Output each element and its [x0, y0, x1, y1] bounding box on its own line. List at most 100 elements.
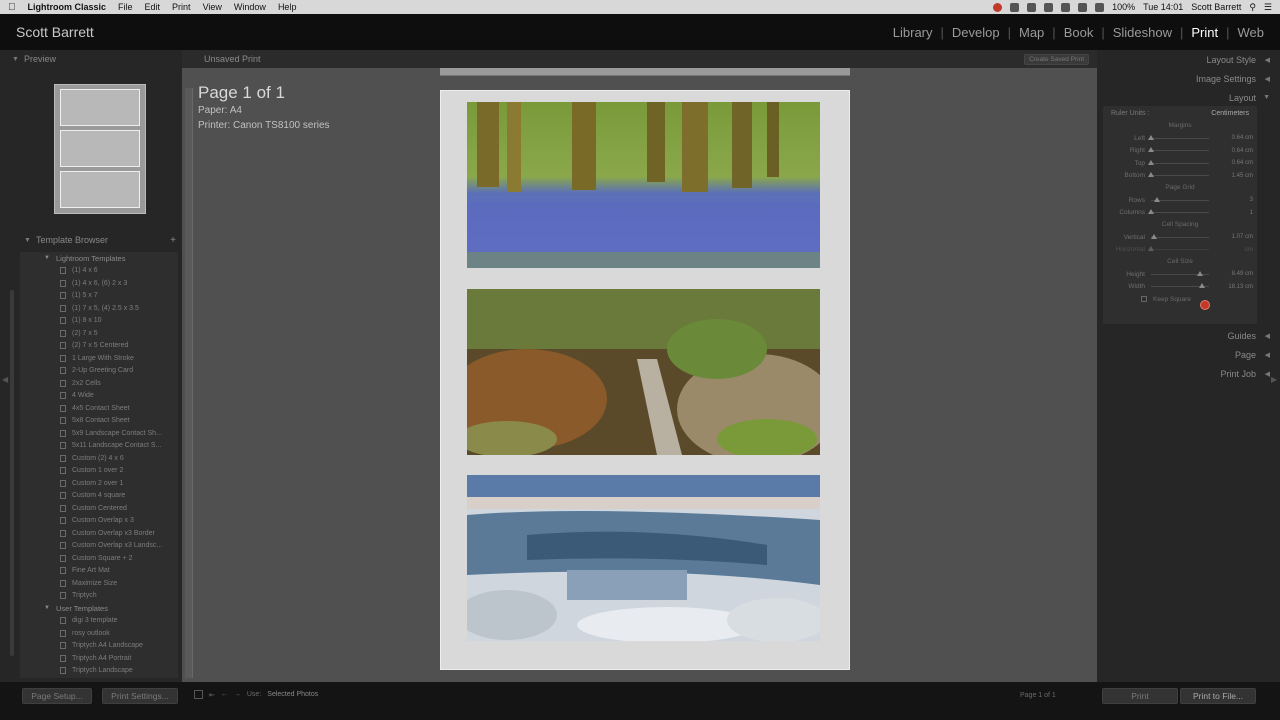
template-item[interactable]: Custom Overlap x3 Landsc...: [20, 540, 178, 553]
menu-file[interactable]: File: [118, 2, 133, 12]
apple-icon[interactable]: : [8, 2, 16, 13]
use-select[interactable]: Selected Photos: [267, 691, 318, 698]
template-item[interactable]: 5x11 Landscape Contact S...: [20, 440, 178, 453]
template-item[interactable]: rosy outlook: [20, 627, 178, 640]
guides-header[interactable]: Guides ◀: [1097, 326, 1280, 345]
module-slideshow[interactable]: Slideshow: [1105, 25, 1180, 40]
template-item[interactable]: Triptych A4 Landscape: [20, 640, 178, 653]
slider-track[interactable]: [1150, 233, 1209, 239]
menu-view[interactable]: View: [203, 2, 222, 12]
slider-thumb[interactable]: [1197, 270, 1204, 276]
menu-edit[interactable]: Edit: [145, 2, 161, 12]
create-saved-print-button[interactable]: Create Saved Print: [1024, 53, 1089, 65]
template-item[interactable]: (1) 5 x 7: [20, 290, 178, 303]
slider-track[interactable]: [1148, 147, 1209, 153]
layout-style-header[interactable]: Layout Style ◀: [1097, 50, 1280, 69]
template-item[interactable]: Triptych: [20, 590, 178, 603]
template-item[interactable]: (2) 7 x 5: [20, 327, 178, 340]
template-item[interactable]: Custom Overlap x 3: [20, 515, 178, 528]
slider-track[interactable]: [1148, 246, 1209, 252]
cell-spacing-slider-row[interactable]: Horizontal cm: [1103, 244, 1257, 257]
slider-value[interactable]: 1: [1250, 210, 1253, 216]
slider-track[interactable]: [1151, 270, 1209, 276]
menu-window[interactable]: Window: [234, 2, 266, 12]
next-page-icon[interactable]: →: [234, 691, 241, 698]
slider-thumb[interactable]: [1153, 196, 1160, 202]
margins-slider-row[interactable]: Left 0.64 cm: [1103, 132, 1257, 145]
image-settings-header[interactable]: Image Settings ◀: [1097, 69, 1280, 88]
module-book[interactable]: Book: [1056, 25, 1102, 40]
slider-value[interactable]: cm: [1245, 247, 1253, 253]
template-item[interactable]: Triptych Landscape: [20, 665, 178, 678]
collapse-triangle-icon[interactable]: ▼: [24, 237, 31, 244]
cell-spacing-slider-row[interactable]: Vertical 1.07 cm: [1103, 231, 1257, 244]
cell-size-slider-row[interactable]: Width 18.13 cm: [1103, 281, 1257, 294]
slider-track[interactable]: [1151, 283, 1209, 289]
template-item[interactable]: Custom Square + 2: [20, 552, 178, 565]
slider-value[interactable]: 1.07 cm: [1232, 234, 1253, 240]
status-icon[interactable]: [1027, 2, 1037, 12]
layout-header[interactable]: Layout ▼: [1097, 88, 1280, 107]
slider-thumb[interactable]: [1150, 233, 1157, 239]
add-template-icon[interactable]: +: [170, 235, 176, 246]
photo-cell-forest-stream[interactable]: [467, 289, 820, 455]
cell-size-slider-row[interactable]: Height 8.49 cm: [1103, 268, 1257, 281]
menu-help[interactable]: Help: [278, 2, 297, 12]
template-item[interactable]: 2-Up Greeting Card: [20, 365, 178, 378]
keep-square-checkbox[interactable]: [1141, 296, 1147, 302]
slider-value[interactable]: 18.13 cm: [1228, 284, 1253, 290]
app-menu[interactable]: Lightroom Classic: [28, 2, 107, 12]
template-item[interactable]: Custom Centered: [20, 502, 178, 515]
module-develop[interactable]: Develop: [944, 25, 1008, 40]
template-item[interactable]: 2x2 Cells: [20, 377, 178, 390]
slider-thumb[interactable]: [1148, 134, 1154, 140]
template-item[interactable]: 5x9 Landscape Contact Sh...: [20, 427, 178, 440]
preview-panel-header[interactable]: ▼ Preview: [0, 50, 182, 68]
template-item[interactable]: Custom 1 over 2: [20, 465, 178, 478]
slider-thumb[interactable]: [1148, 246, 1154, 252]
slider-track[interactable]: [1151, 196, 1209, 202]
slider-value[interactable]: 0.64 cm: [1232, 160, 1253, 166]
template-item[interactable]: Custom (2) 4 x 6: [20, 452, 178, 465]
page-setup-button[interactable]: Page Setup...: [22, 688, 92, 704]
template-item[interactable]: Custom Overlap x3 Border: [20, 527, 178, 540]
collapse-triangle-icon[interactable]: ▼: [12, 56, 19, 63]
volume-icon[interactable]: [1095, 2, 1105, 12]
photo-cell-frozen-waterfall[interactable]: [467, 475, 820, 641]
ruler-units-row[interactable]: Ruler Units : Centimeters: [1103, 106, 1257, 120]
module-map[interactable]: Map: [1011, 25, 1052, 40]
margins-slider-row[interactable]: Bottom 1.45 cm: [1103, 170, 1257, 183]
template-item[interactable]: (1) 4 x 6, (6) 2 x 3: [20, 277, 178, 290]
left-panel-toggle-icon[interactable]: ◀: [2, 375, 8, 384]
left-panel-scrollbar[interactable]: [10, 290, 14, 656]
slider-thumb[interactable]: [1148, 172, 1154, 178]
expand-triangle-icon[interactable]: ▼: [1263, 94, 1270, 101]
clock-label[interactable]: Tue 14:01: [1143, 2, 1183, 12]
right-panel-toggle-icon[interactable]: ▶: [1271, 375, 1277, 384]
template-item[interactable]: 5x8 Contact Sheet: [20, 415, 178, 428]
record-icon[interactable]: [993, 2, 1003, 12]
collapse-triangle-icon[interactable]: ◀: [1265, 370, 1270, 378]
template-item[interactable]: Custom 2 over 1: [20, 477, 178, 490]
print-settings-button[interactable]: Print Settings...: [102, 688, 178, 704]
status-icon[interactable]: [1010, 2, 1020, 12]
folder-triangle-icon[interactable]: ▼: [44, 605, 50, 611]
slider-thumb[interactable]: [1148, 147, 1154, 153]
first-page-icon[interactable]: ⇤: [209, 691, 215, 699]
module-print[interactable]: Print: [1183, 25, 1226, 40]
template-item[interactable]: Custom 4 square: [20, 490, 178, 503]
collapse-triangle-icon[interactable]: ◀: [1265, 332, 1270, 340]
slider-value[interactable]: 0.64 cm: [1232, 148, 1253, 154]
wifi-icon[interactable]: [1078, 2, 1088, 12]
slider-track[interactable]: [1148, 209, 1209, 215]
slider-thumb[interactable]: [1148, 209, 1154, 215]
slider-track[interactable]: [1148, 134, 1209, 140]
template-item[interactable]: (1) 4 x 6: [20, 265, 178, 278]
photo-cell-bluebell-forest[interactable]: [467, 102, 820, 268]
template-folder[interactable]: ▼ User Templates: [20, 602, 178, 615]
template-item[interactable]: 4 Wide: [20, 390, 178, 403]
stop-icon[interactable]: [194, 690, 203, 699]
template-item[interactable]: (2) 7 x 5 Centered: [20, 340, 178, 353]
template-browser-header[interactable]: ▼ Template Browser +: [20, 232, 180, 248]
slider-track[interactable]: [1148, 159, 1209, 165]
